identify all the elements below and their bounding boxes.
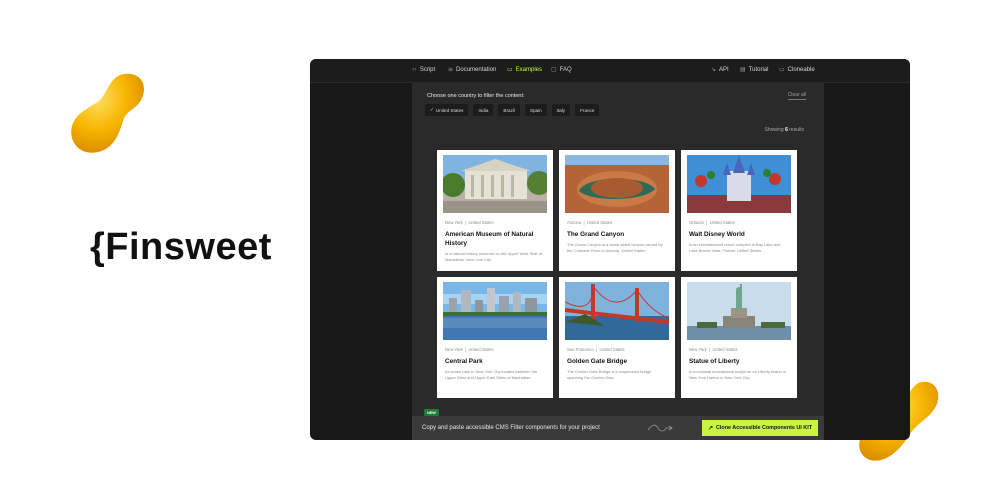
top-nav: ‹› Script ≡ Documentation ▭ Examples ▢ F… [310, 59, 910, 83]
card-title: Statue of Liberty [689, 358, 740, 365]
card-description: The Grand Canyon is a steep-sided canyon… [567, 242, 663, 253]
card-description: The Golden Gate Bridge is a suspension b… [567, 369, 652, 380]
country-filter-chips: ✓ United States India Brazil Spain Italy… [425, 104, 600, 116]
chip-india[interactable]: India [473, 104, 494, 116]
card-golden-gate-bridge[interactable]: San Francisco | United States Golden Gat… [559, 277, 675, 398]
new-badge: NEW [424, 409, 439, 416]
results-count: Showing 6 results [764, 127, 804, 133]
code-icon: ‹› [412, 66, 417, 73]
card-location: Arizona | United States [567, 220, 613, 225]
squiggle-arrow-icon [647, 424, 673, 432]
card-grand-canyon[interactable]: Arizona | United States The Grand Canyon… [559, 150, 675, 271]
card-location: Orlando | United States [689, 220, 735, 225]
card-image [565, 155, 669, 213]
card-title: Golden Gate Bridge [567, 358, 628, 365]
chip-italy[interactable]: Italy [551, 104, 571, 116]
card-location: New York | United States [445, 220, 494, 225]
card-description: Is a colossal neoclassical sculpture on … [689, 369, 786, 380]
tutorial-icon: ▤ [740, 66, 746, 73]
cloneable-icon: ▭ [779, 66, 785, 73]
api-icon: ↘ [711, 66, 717, 73]
examples-panel: Choose one country to filter the content… [412, 83, 824, 440]
nav-faq[interactable]: ▢ FAQ [551, 66, 572, 73]
card-location: New York | United States [689, 347, 738, 352]
card-location: New York | United States [445, 347, 494, 352]
examples-icon: ▭ [507, 66, 513, 73]
card-description: Is an entertainment resort complex in Ba… [689, 242, 781, 253]
yellow-blob-top-left [71, 73, 144, 153]
faq-icon: ▢ [551, 66, 557, 73]
nav-api[interactable]: ↘ API [711, 66, 729, 73]
card-central-park[interactable]: New York | United States Central Park An… [437, 277, 553, 398]
card-description: An urban park in New York City located b… [445, 369, 538, 380]
finsweet-logo: {Finsweet [90, 226, 272, 268]
nav-script[interactable]: ‹› Script [412, 66, 435, 73]
nav-examples[interactable]: ▭ Examples [507, 66, 542, 73]
chip-united-states[interactable]: ✓ United States [425, 104, 469, 116]
clone-ui-kit-button[interactable]: ↗ Clone Accessible Components UI KIT [702, 420, 818, 436]
card-image [687, 155, 791, 213]
chip-spain[interactable]: Spain [524, 104, 547, 116]
app-window: ‹› Script ≡ Documentation ▭ Examples ▢ F… [310, 59, 910, 440]
nav-cloneable[interactable]: ▭ Cloneable [779, 66, 815, 73]
checkmark-icon: ✓ [430, 107, 434, 113]
card-image [443, 282, 547, 340]
doc-icon: ≡ [448, 66, 454, 73]
card-statue-of-liberty[interactable]: New York | United States Statue of Liber… [681, 277, 797, 398]
card-title: Central Park [445, 358, 483, 365]
chip-brazil[interactable]: Brazil [498, 104, 520, 116]
card-image [443, 155, 547, 213]
clear-all-link[interactable]: Clear all [787, 92, 806, 100]
card-title: Walt Disney World [689, 231, 745, 238]
chip-france[interactable]: France [575, 104, 600, 116]
card-location: San Francisco | United States [567, 347, 625, 352]
bottom-promo-bar: Copy and paste accessible CMS Filter com… [412, 416, 824, 440]
card-title: American Museum of Natural History [445, 231, 534, 247]
nav-documentation[interactable]: ≡ Documentation [448, 66, 496, 73]
nav-tutorial[interactable]: ▤ Tutorial [740, 66, 768, 73]
card-walt-disney-world[interactable]: Orlando | United States Walt Disney Worl… [681, 150, 797, 271]
promo-text: Copy and paste accessible CMS Filter com… [422, 425, 600, 431]
card-title: The Grand Canyon [567, 231, 625, 238]
arrow-up-right-icon: ↗ [708, 424, 714, 432]
filter-label: Choose one country to filter the content… [427, 93, 525, 99]
card-description: Is a natural history museum on the Upper… [445, 251, 543, 262]
card-image [687, 282, 791, 340]
card-museum[interactable]: New York | United States American Museum… [437, 150, 553, 271]
card-image [565, 282, 669, 340]
